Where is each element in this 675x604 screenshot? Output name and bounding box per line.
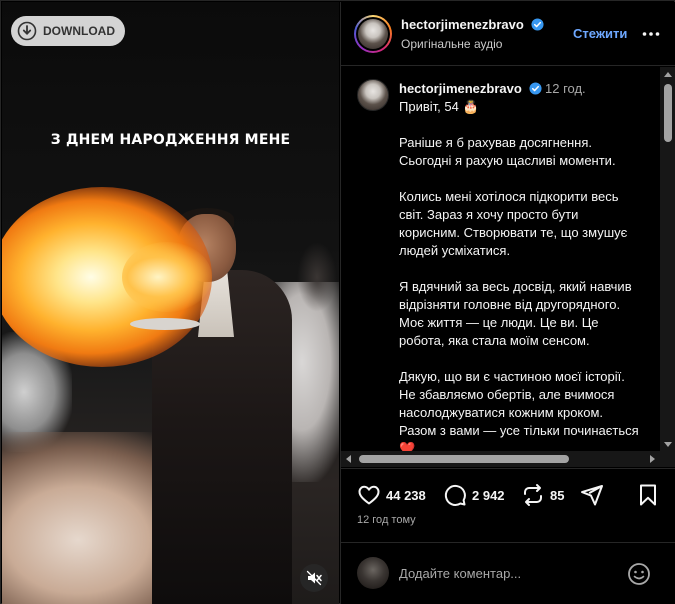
comment-bubble-icon xyxy=(444,484,466,506)
download-button[interactable]: DOWNLOAD xyxy=(11,16,125,46)
comment-button[interactable]: 2 942 xyxy=(443,483,505,507)
speaker-muted-icon xyxy=(306,570,322,586)
horizontal-scroll-thumb[interactable] xyxy=(359,455,569,463)
caption-text: Привіт, 54 🎂 Раніше я б рахував досягнен… xyxy=(399,99,639,452)
audio-link[interactable]: Оригінальне аудіо xyxy=(401,37,502,51)
verified-badge-icon xyxy=(529,82,542,95)
repost-icon xyxy=(524,484,542,506)
background-tree xyxy=(297,242,337,312)
emoji-smile-icon[interactable] xyxy=(627,562,651,586)
heart-icon xyxy=(358,485,380,505)
scroll-left-arrow-icon[interactable] xyxy=(346,455,351,463)
author-username: hectorjimenezbravo xyxy=(401,17,524,32)
likes-count[interactable]: 44 238 xyxy=(386,488,426,503)
verified-badge-icon xyxy=(531,18,544,31)
post-video[interactable]: З ДНЕМ НАРОДЖЕННЯ МЕНЕ DOWNLOAD xyxy=(2,2,339,604)
horizontal-scrollbar[interactable] xyxy=(341,451,660,467)
vertical-scrollbar[interactable] xyxy=(660,67,675,452)
video-caption: З ДНЕМ НАРОДЖЕННЯ МЕНЕ xyxy=(50,132,291,148)
fire-core xyxy=(122,242,212,312)
mute-button[interactable] xyxy=(300,564,328,592)
add-comment-bar xyxy=(341,542,675,604)
send-icon xyxy=(581,485,603,506)
scroll-up-arrow-icon[interactable] xyxy=(664,72,672,77)
download-label: DOWNLOAD xyxy=(43,24,115,38)
download-icon xyxy=(17,21,37,41)
post-dialog: З ДНЕМ НАРОДЖЕННЯ МЕНЕ DOWNLOAD hectorji… xyxy=(0,0,675,604)
caption-author-username: hectorjimenezbravo xyxy=(399,81,522,96)
share-button[interactable] xyxy=(580,483,604,507)
comments-count[interactable]: 2 942 xyxy=(472,488,505,503)
more-dots-icon[interactable] xyxy=(641,24,661,44)
author-avatar[interactable] xyxy=(354,15,392,53)
reposts-count[interactable]: 85 xyxy=(550,488,564,503)
posted-time[interactable]: 12 год тому xyxy=(357,514,416,526)
scroll-right-arrow-icon[interactable] xyxy=(650,455,655,463)
current-user-avatar xyxy=(357,557,389,589)
caption-timestamp[interactable]: 12 год. xyxy=(545,81,586,96)
author-username-link[interactable]: hectorjimenezbravo xyxy=(401,17,544,32)
follow-button[interactable]: Стежити xyxy=(573,26,627,41)
vertical-scroll-thumb[interactable] xyxy=(664,84,672,142)
action-bar: 44 238 2 942 85 xyxy=(341,468,675,520)
bookmark-icon[interactable] xyxy=(636,483,660,507)
caption-author-link[interactable]: hectorjimenezbravo xyxy=(399,81,542,96)
cake-plate xyxy=(130,318,200,330)
caption-author-avatar[interactable] xyxy=(357,79,389,111)
repost-button[interactable]: 85 xyxy=(521,483,564,507)
like-button[interactable]: 44 238 xyxy=(357,483,426,507)
comment-input[interactable] xyxy=(399,562,619,584)
post-header: hectorjimenezbravo Оригінальне аудіо Сте… xyxy=(341,2,675,66)
scroll-down-arrow-icon[interactable] xyxy=(664,442,672,447)
post-side-panel: hectorjimenezbravo Оригінальне аудіо Сте… xyxy=(340,2,675,604)
comments-section[interactable]: hectorjimenezbravo 12 год. Привіт, 54 🎂 … xyxy=(341,67,675,452)
scrollbar-corner xyxy=(660,451,675,467)
